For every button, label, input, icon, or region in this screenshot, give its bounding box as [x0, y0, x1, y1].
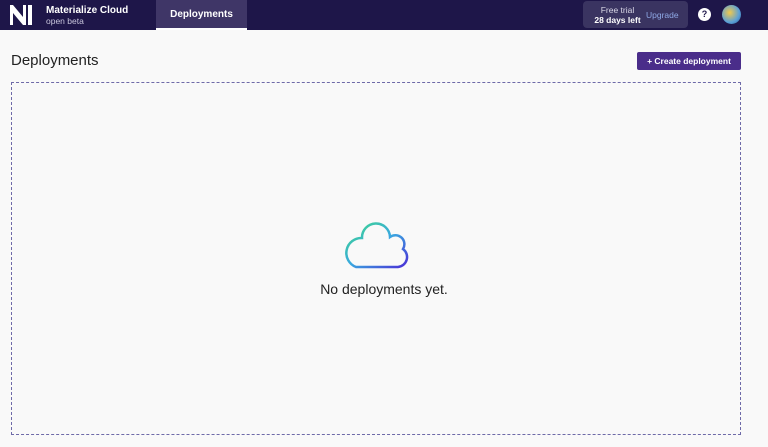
trial-days-left: 28 days left — [594, 15, 641, 25]
brand: Materialize Cloud open beta — [46, 5, 128, 26]
brand-subtitle: open beta — [46, 16, 84, 26]
avatar[interactable] — [722, 5, 741, 24]
trial-label: Free trial — [600, 5, 635, 15]
empty-message: No deployments yet. — [320, 281, 448, 297]
materialize-logo-icon[interactable] — [10, 5, 32, 25]
free-trial-badge: Free trial 28 days left Upgrade — [583, 1, 688, 28]
upgrade-link[interactable]: Upgrade — [646, 10, 679, 20]
cloud-icon — [345, 222, 409, 269]
create-deployment-button[interactable]: + Create deployment — [637, 52, 741, 70]
top-nav: Materialize Cloud open beta Deployments F… — [0, 0, 768, 30]
create-deployment-label: Create deployment — [654, 56, 731, 66]
page-title: Deployments — [11, 52, 99, 69]
brand-name: Materialize Cloud — [46, 5, 129, 16]
tab-deployments[interactable]: Deployments — [156, 0, 247, 30]
help-icon[interactable]: ? — [698, 8, 711, 21]
